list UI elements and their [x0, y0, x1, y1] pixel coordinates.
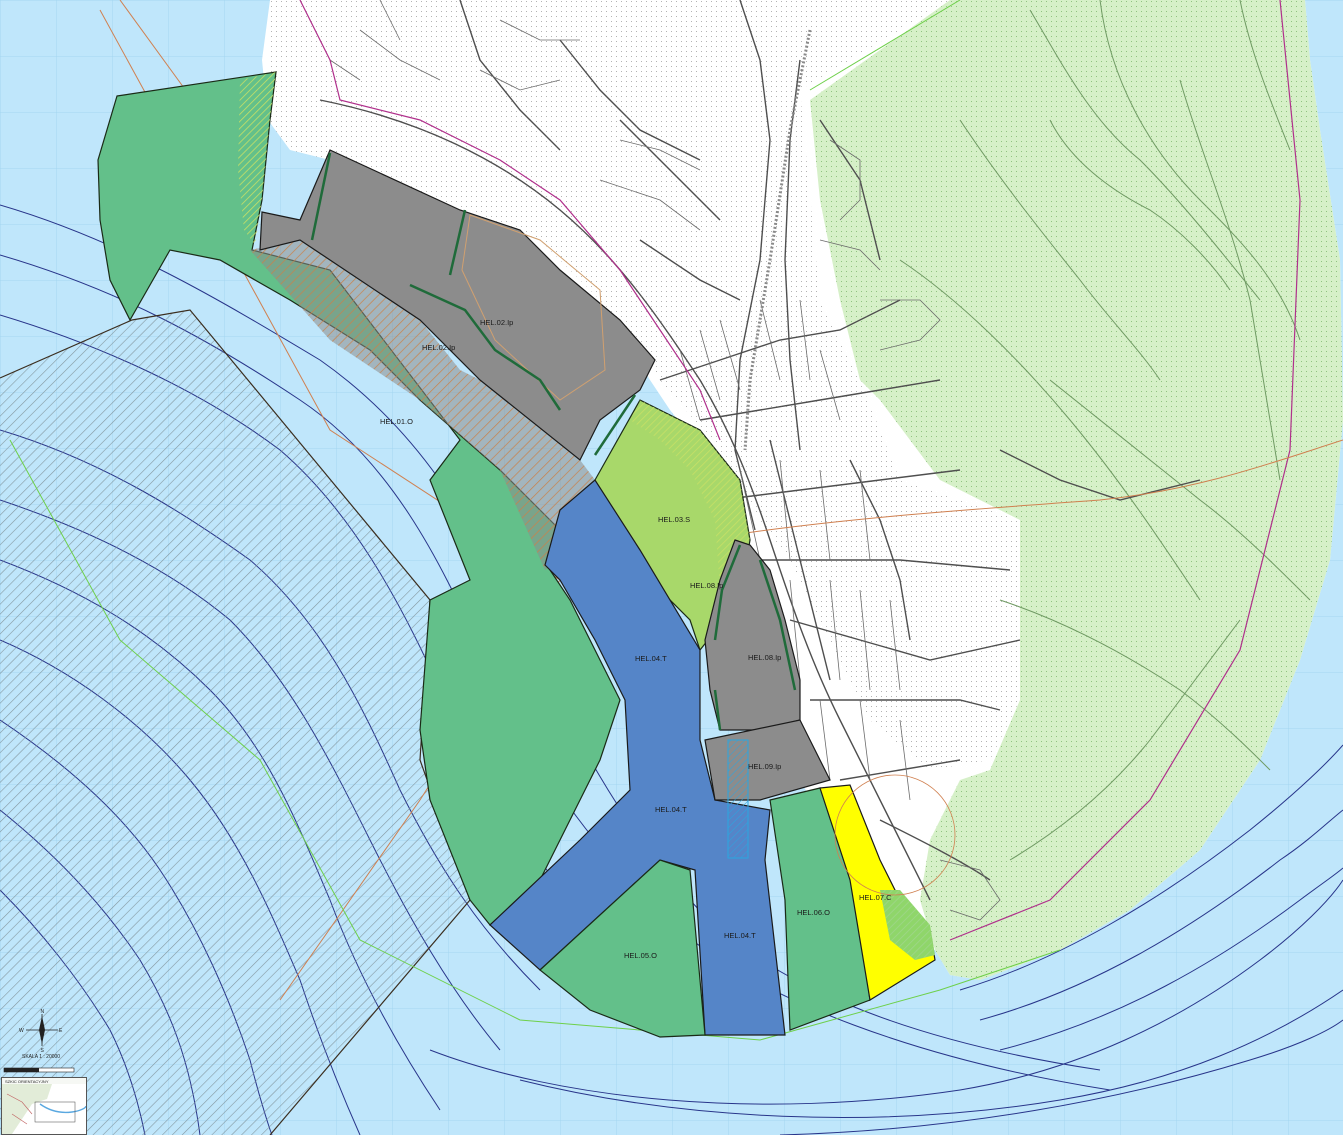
label-hel-08-ip-a: HEL.08.Ip	[690, 581, 723, 590]
compass-w: W	[19, 1028, 24, 1034]
label-hel-02-ip-b: HEL.02.Ip	[422, 343, 455, 352]
label-hel-05-o: HEL.05.O	[624, 951, 657, 960]
label-hel-07-c: HEL.07.C	[859, 893, 892, 902]
compass-n: N	[41, 1009, 45, 1015]
label-hel-04-t-c: HEL.04.T	[724, 931, 756, 940]
label-hel-04-t-a: HEL.04.T	[635, 654, 667, 663]
label-hel-03-s: HEL.03.S	[658, 515, 690, 524]
map-canvas[interactable]: HEL.01.O HEL.02.Ip HEL.02.Ip HEL.03.S HE…	[0, 0, 1343, 1135]
label-hel-09-ip: HEL.09.Ip	[748, 762, 781, 771]
label-hel-04-t-b: HEL.04.T	[655, 805, 687, 814]
label-hel-08-ip-b: HEL.08.Ip	[748, 653, 781, 662]
label-hel-06-o: HEL.06.O	[797, 908, 830, 917]
inset-map-graphic	[2, 1084, 86, 1134]
label-hel-01-o: HEL.01.O	[380, 417, 413, 426]
locator-inset: SZKIC ORIENTACYJNY	[1, 1077, 87, 1135]
breakwater-hatch	[727, 739, 749, 859]
scale-label: SKALA 1 : 20000	[22, 1054, 60, 1060]
label-hel-02-ip-a: HEL.02.Ip	[480, 318, 513, 327]
